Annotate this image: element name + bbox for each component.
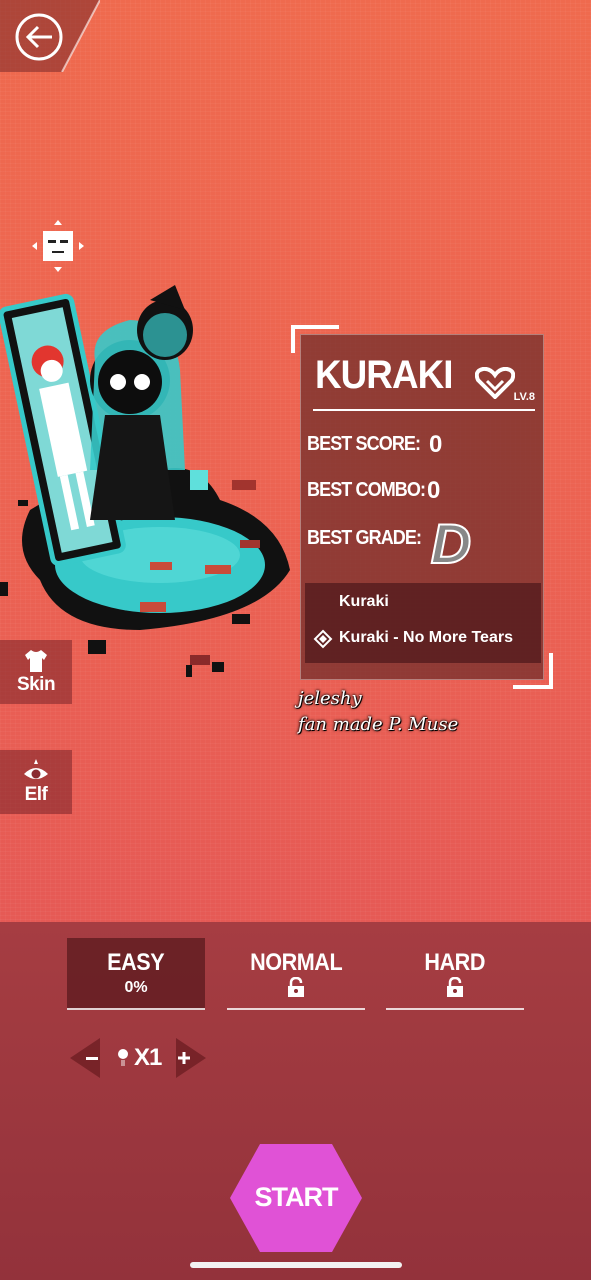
- character-illustration: [0, 285, 290, 677]
- plus-icon[interactable]: [176, 1050, 192, 1066]
- speed-value: X1: [134, 1044, 162, 1071]
- best-score-value: 0: [429, 431, 443, 458]
- difficulty-name: NORMAL: [249, 949, 343, 976]
- skin-label: Skin: [16, 674, 56, 695]
- eye-icon: [24, 759, 48, 779]
- title-divider: [313, 409, 535, 411]
- heart-icon: [475, 367, 515, 399]
- shirt-icon: [25, 650, 47, 672]
- credit-note: fan made P. Muse: [298, 714, 459, 735]
- difficulty-hard[interactable]: HARD: [386, 938, 524, 1010]
- best-grade-label: BEST GRADE:: [307, 527, 422, 549]
- difficulty-easy[interactable]: EASY 0%: [67, 938, 205, 1010]
- song-title: KURAKI: [315, 353, 454, 397]
- best-grade-value: D: [430, 512, 472, 576]
- level-badge: LV.8: [513, 391, 535, 403]
- chart-item-selected[interactable]: Kuraki - No More Tears: [339, 629, 513, 647]
- difficulty-progress: 0%: [124, 979, 148, 996]
- home-indicator[interactable]: [190, 1262, 402, 1268]
- selected-diamond-icon: [313, 629, 333, 649]
- lock-icon: [447, 977, 463, 997]
- difficulty-name: EASY: [107, 949, 165, 976]
- difficulty-name: HARD: [424, 949, 486, 976]
- lock-icon: [288, 977, 304, 997]
- credit-author: jeleshy: [298, 688, 362, 709]
- panel-corner-top-left: [291, 325, 339, 353]
- chart-list: Kuraki Kuraki - No More Tears: [305, 583, 541, 663]
- back-arrow-icon[interactable]: [14, 12, 64, 62]
- elf-label: Elf: [24, 784, 48, 805]
- minus-icon[interactable]: [84, 1052, 100, 1064]
- best-combo-label: BEST COMBO:: [307, 479, 426, 501]
- chart-item[interactable]: Kuraki: [339, 593, 389, 611]
- skin-button[interactable]: Skin: [0, 640, 72, 704]
- best-score-label: BEST SCORE:: [307, 433, 421, 455]
- difficulty-normal[interactable]: NORMAL: [227, 938, 365, 1010]
- elf-button[interactable]: Elf: [0, 750, 72, 814]
- best-combo-value: 0: [427, 477, 441, 504]
- start-label[interactable]: START: [228, 1182, 364, 1213]
- speed-note-icon: [118, 1049, 128, 1066]
- song-info-panel: KURAKI LV.8 BEST SCORE: 0 BEST COMBO: 0 …: [291, 325, 553, 689]
